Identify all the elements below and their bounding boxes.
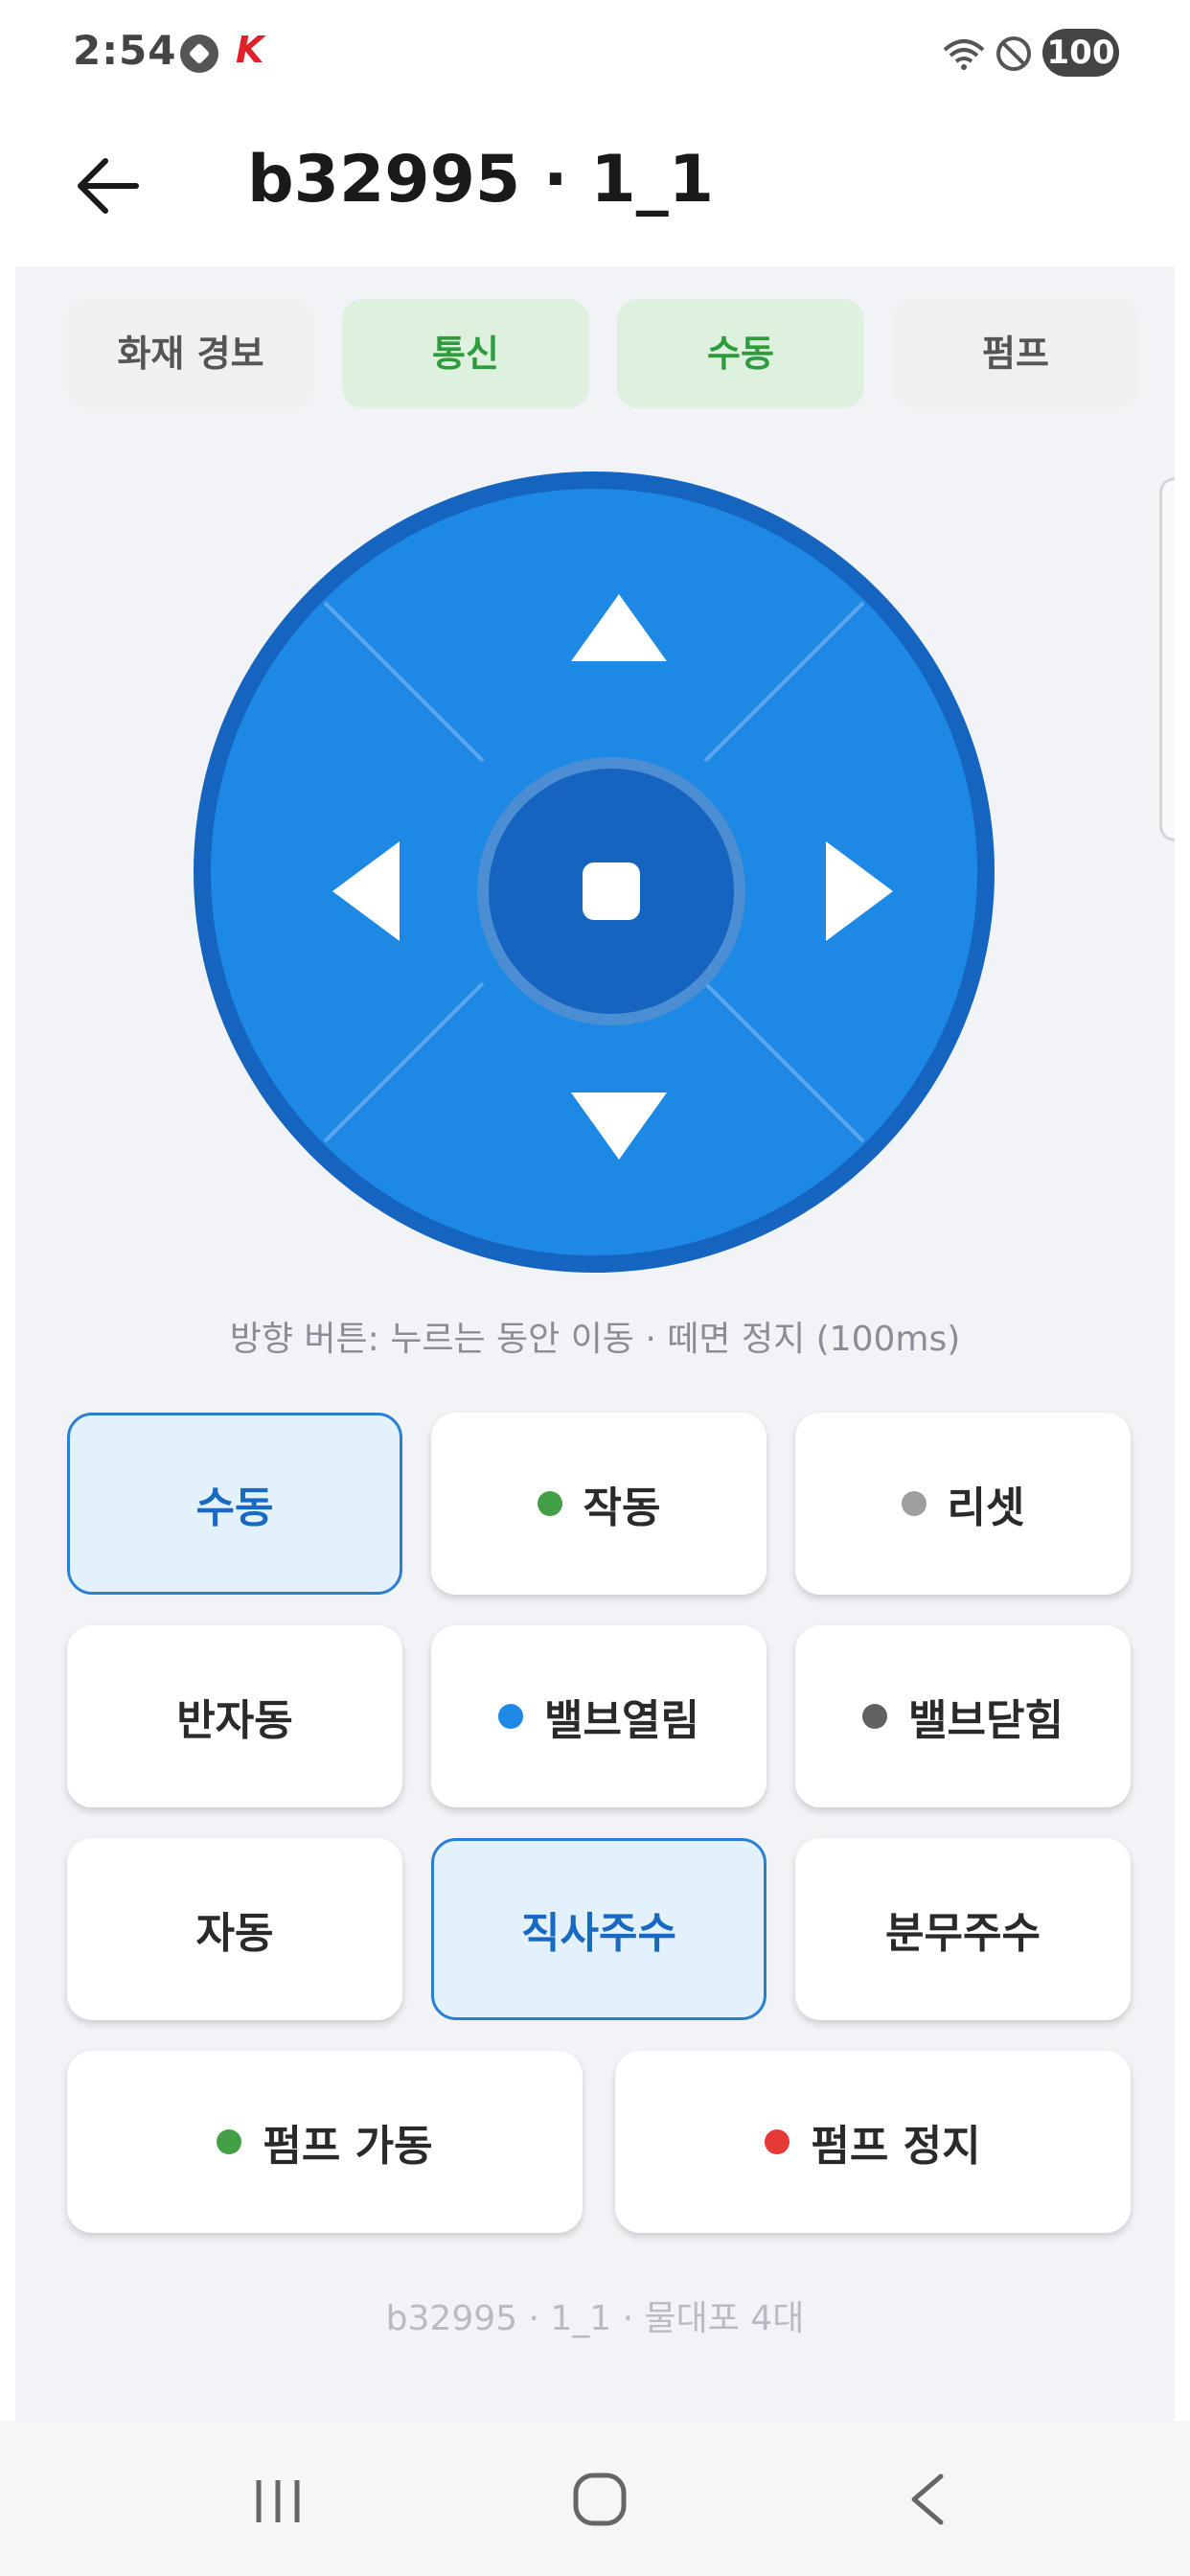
reset-button[interactable]: 리셋	[795, 1413, 1131, 1595]
main-content: 화재 경보 통신 수동 펌프 방향 버튼: 누르는 동안 이동 · 떼면 정지	[15, 266, 1175, 2421]
fog-spray-label: 분무주수	[885, 1909, 1041, 1958]
direct-spray-label: 직사주수	[521, 1909, 676, 1958]
tab-communication[interactable]: 통신	[342, 299, 589, 408]
system-nav-bar	[0, 2421, 1190, 2576]
tab-pump[interactable]: 펌프	[892, 299, 1139, 408]
back-arrow-icon[interactable]	[69, 146, 149, 226]
k-app-icon: K	[236, 29, 263, 71]
pump-stop-label: 펌프 정지	[811, 2122, 981, 2171]
manual-mode-label: 수동	[195, 1484, 274, 1532]
dpad-hint: 방향 버튼: 누르는 동안 이동 · 떼면 정지 (100ms)	[229, 1320, 961, 1359]
pump-start-button[interactable]: 펌프 가동	[67, 2051, 583, 2233]
scroll-handle[interactable]	[1159, 477, 1175, 841]
footer-note: b32995 · 1_1 · 물대포 4대	[385, 2299, 805, 2338]
valve-open-button[interactable]: 밸브열림	[431, 1625, 767, 1807]
recent-apps-icon[interactable]	[251, 2474, 305, 2528]
reset-label: 리셋	[947, 1484, 1025, 1532]
status-bar: 2:54 K 100	[0, 0, 1190, 105]
dark-dot-icon	[862, 1704, 888, 1729]
valve-close-button[interactable]: 밸브닫힘	[795, 1625, 1131, 1807]
battery-badge: 100	[1042, 29, 1119, 77]
home-icon[interactable]	[571, 2471, 629, 2528]
tab-fire-alarm[interactable]: 화재 경보	[67, 299, 314, 408]
green-dot-icon	[537, 1491, 562, 1516]
semi-auto-mode-button[interactable]: 반자동	[67, 1625, 402, 1807]
manual-mode-button[interactable]: 수동	[67, 1413, 402, 1595]
gray-dot-icon	[901, 1491, 927, 1516]
auto-label: 자동	[195, 1909, 274, 1958]
page-title: b32995 · 1_1	[247, 142, 715, 218]
dpad-stop-button[interactable]	[477, 757, 745, 1025]
direction-pad	[194, 472, 995, 1273]
status-time: 2:54	[73, 27, 177, 74]
tab-manual[interactable]: 수동	[617, 299, 864, 408]
pump-stop-button[interactable]: 펌프 정지	[615, 2051, 1131, 2233]
auto-mode-button[interactable]: 자동	[67, 1838, 402, 2020]
tab-bar: 화재 경보 통신 수동 펌프	[67, 299, 1140, 408]
app-bar: b32995 · 1_1	[0, 105, 1190, 266]
k-app-letter: K	[236, 29, 264, 71]
semi-auto-label: 반자동	[176, 1696, 293, 1745]
operate-button[interactable]: 작동	[431, 1413, 767, 1595]
wifi-icon	[943, 39, 985, 70]
valve-open-label: 밸브열림	[544, 1696, 699, 1745]
operate-label: 작동	[583, 1484, 661, 1532]
valve-close-label: 밸브닫힘	[908, 1696, 1064, 1745]
pump-start-label: 펌프 가동	[263, 2122, 433, 2171]
stop-icon	[583, 862, 640, 920]
nav-back-icon[interactable]	[904, 2471, 950, 2528]
fog-spray-button[interactable]: 분무주수	[795, 1838, 1131, 2020]
direct-spray-button[interactable]: 직사주수	[431, 1838, 767, 2020]
soccer-ball-icon	[180, 34, 218, 73]
blue-dot-icon	[498, 1704, 524, 1729]
do-not-disturb-icon	[996, 36, 1031, 71]
green-dot-icon	[217, 2129, 242, 2154]
red-dot-icon	[765, 2129, 790, 2154]
